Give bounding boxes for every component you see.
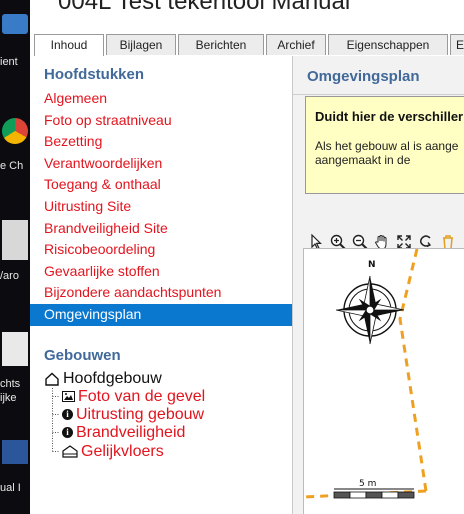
tree-node-item[interactable]: Gelijkvloers [62, 442, 164, 462]
desktop-icon-label: ual I [0, 482, 21, 494]
tab-overflow[interactable]: E [450, 34, 464, 55]
word-icon[interactable] [2, 440, 28, 464]
notice-title: Duidt hier de verschiller [315, 109, 464, 124]
chrome-icon[interactable] [2, 118, 28, 144]
map-canvas[interactable]: N 5 m [303, 248, 464, 514]
map-drawing[interactable]: N 5 m [304, 249, 464, 514]
tree-node-item[interactable]: i Brandveiligheid [62, 423, 185, 443]
notice-line: Als het gebouw al is aange [315, 139, 459, 153]
north-label: N [368, 260, 376, 270]
divider [293, 94, 464, 95]
desktop-icon-label: ijke [0, 392, 17, 404]
floor-icon [62, 445, 78, 458]
instruction-notice: Duidt hier de verschiller Als het gebouw… [305, 96, 464, 194]
tab-eigenschappen[interactable]: Eigenschappen [328, 34, 448, 55]
tree-node-label: Foto van de gevel [78, 388, 206, 405]
content-title: Omgevingsplan [307, 68, 420, 85]
desktop-app-icon[interactable] [2, 220, 28, 260]
tree-node-label: Hoofdgebouw [63, 370, 162, 387]
scale-bar: 5 m [333, 479, 415, 499]
window-title: 004L Test tekentool Manual [58, 0, 351, 15]
scale-label: 5 m [359, 479, 376, 489]
tab-inhoud[interactable]: Inhoud [34, 34, 104, 57]
notice-line: aangemaakt in de [315, 153, 411, 167]
tree-node-label: Uitrusting gebouw [76, 406, 205, 423]
tab-archief[interactable]: Archief [266, 34, 326, 55]
compass-rose-icon [335, 275, 405, 345]
tree-node-label: Gelijkvloers [81, 443, 164, 460]
desktop-app-icon[interactable] [2, 332, 28, 366]
tree-node-item[interactable]: Foto van de gevel [62, 387, 205, 407]
content-pane: Omgevingsplan Duidt hier de verschiller … [293, 56, 464, 514]
tab-bijlagen[interactable]: Bijlagen [106, 34, 176, 55]
tree-node-item[interactable]: i Uitrusting gebouw [62, 405, 204, 425]
desktop-icon-label: /aro [0, 270, 19, 282]
tree-node-label: Brandveiligheid [76, 424, 186, 441]
house-icon [45, 372, 59, 386]
picture-icon [62, 391, 75, 403]
window-title-bar: 004L Test tekentool Manual [30, 0, 464, 28]
desktop-icon-label: e Ch [0, 160, 24, 172]
desktop-strip: ient e Ch /aro chts ijke ual I [0, 0, 30, 514]
info-icon: i [62, 409, 73, 421]
application-window: 004L Test tekentool Manual Inhoud Bijlag… [30, 0, 464, 514]
desktop-icon-label: ient [0, 56, 18, 68]
navigation-pane: Hoofdstukken Algemeen Foto op straatnive… [30, 56, 293, 514]
desktop-app-icon[interactable] [2, 14, 28, 34]
tab-bar: Inhoud Bijlagen Berichten Archief Eigens… [30, 34, 464, 57]
tab-berichten[interactable]: Berichten [178, 34, 264, 55]
tree-node-building[interactable]: Hoofdgebouw [44, 369, 162, 389]
info-icon: i [62, 427, 73, 439]
notice-body: Als het gebouw al is aange aangemaakt in… [315, 139, 458, 167]
desktop-icon-label: chts [0, 378, 21, 390]
property-boundary-line[interactable] [304, 249, 428, 499]
